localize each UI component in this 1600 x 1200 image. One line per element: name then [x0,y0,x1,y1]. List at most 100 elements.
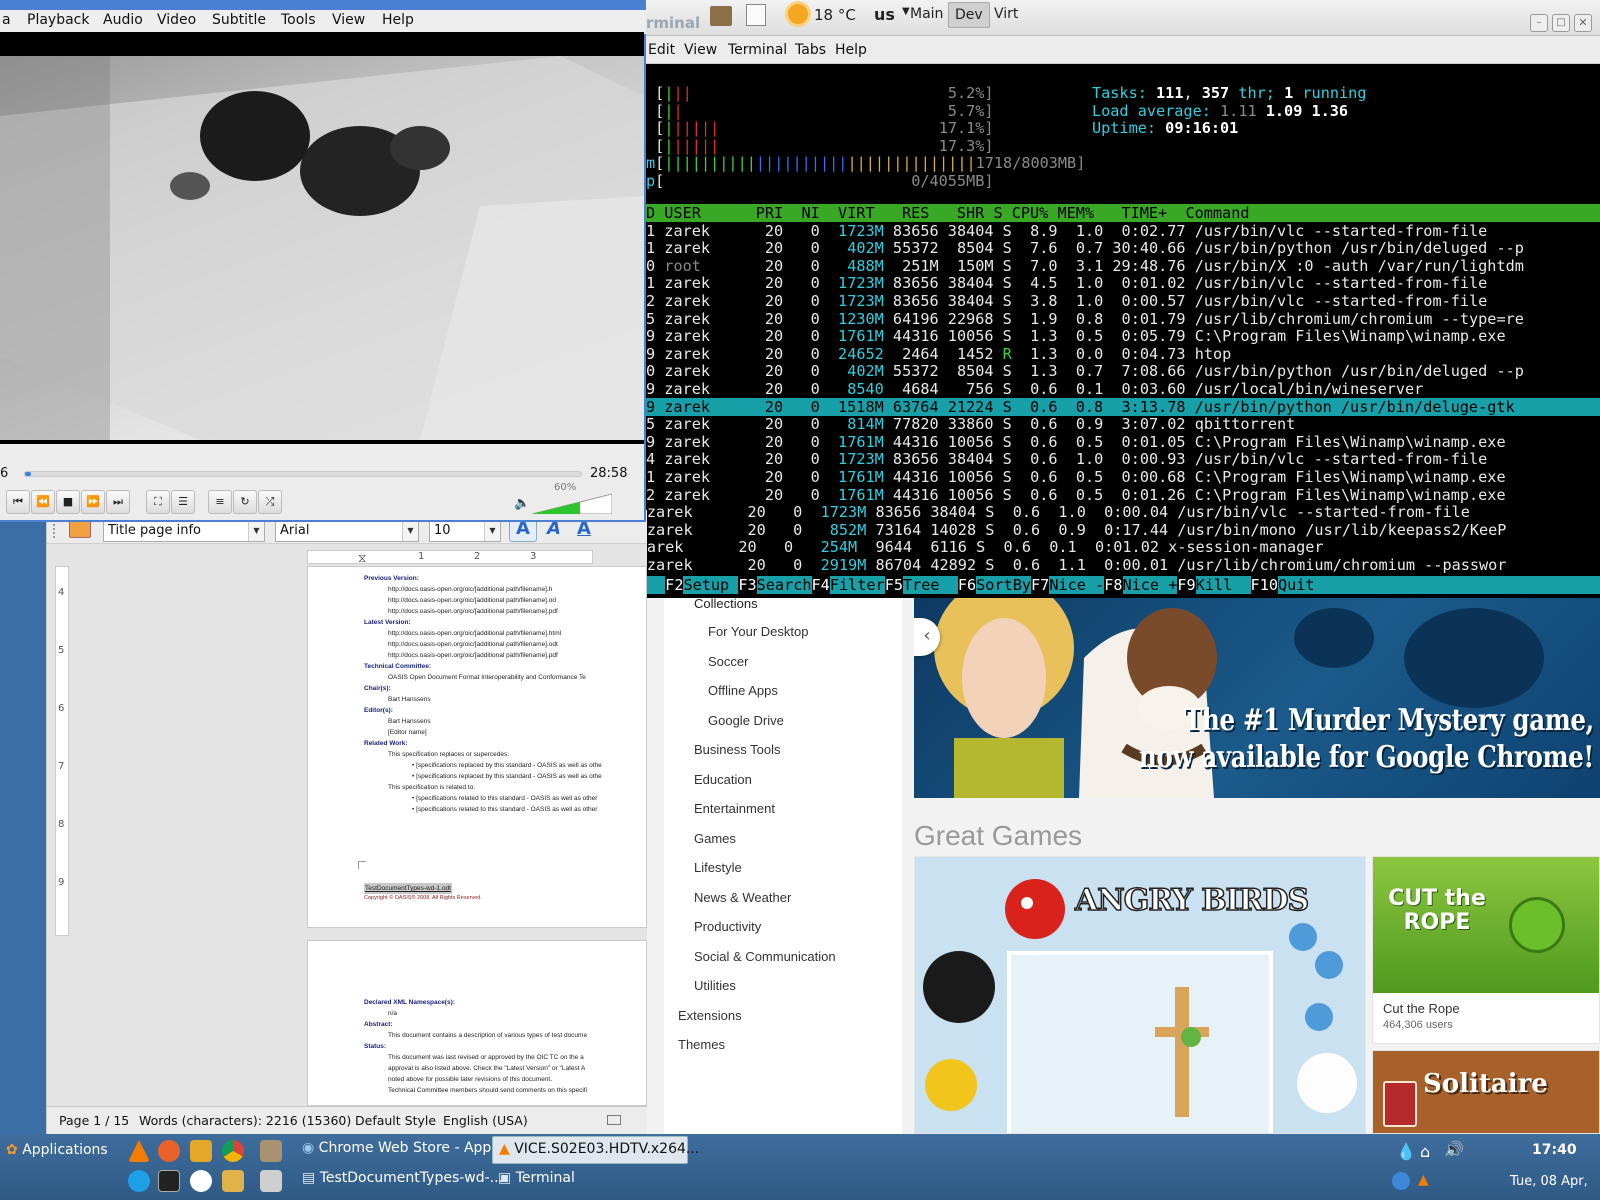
terminal-window[interactable]: rminal 18 °C us ▼ Main Dev Virt – □ ✕ Ed… [646,0,1600,610]
task-terminal[interactable]: ▣ Terminal [492,1166,688,1194]
font-name-select[interactable]: Arial ▼ [275,520,419,542]
doc-line[interactable]: This document was last revised or approv… [364,1052,646,1063]
doc-line[interactable]: • [specifications related to this standa… [364,793,646,804]
fkey-label[interactable]: Setup [683,576,738,594]
fkey-f9[interactable]: F9 [1177,575,1196,594]
doc-line[interactable]: • [specifications replaced by this stand… [364,771,646,782]
equalizer-icon[interactable]: ☰ [171,490,195,514]
category-news-weather[interactable]: News & Weather [694,890,791,905]
doc-heading[interactable]: Chair(s): [364,683,646,694]
category-games[interactable]: Games [694,831,736,846]
doc-line[interactable]: • [specifications replaced by this stand… [364,760,646,771]
fkey-label[interactable]: Kill [1196,576,1251,594]
task-vlc[interactable]: ▲ VICE.S02E03.HDTV.x264... [492,1136,699,1164]
network-icon[interactable]: 💧 [1396,1142,1416,1161]
fkey-f8[interactable]: F8 [1104,575,1123,594]
fullscreen-icon[interactable]: ⛶ [146,490,170,514]
menu-view[interactable]: View [332,12,365,28]
file-manager-launcher-icon[interactable] [260,1140,282,1162]
page-indicator[interactable]: Page 1 / 15 [59,1113,129,1128]
loop-icon[interactable]: ↻ [233,490,257,514]
doc-line[interactable]: http://docs.oasis-open.org/oic/[addition… [364,639,646,650]
view-layout-icon[interactable] [607,1115,621,1125]
doc-line[interactable]: http://docs.oasis-open.org/oic/[addition… [364,584,646,595]
process-row[interactable]: 0 zarek 20 0 402M 55372 8504 S 1.3 0.7 7… [646,362,1600,380]
doc-line[interactable]: noted above for possible later revisions… [364,1074,646,1085]
paragraph-style-select[interactable]: Title page info ▼ [103,520,265,542]
playlist-icon[interactable]: ≡ [208,490,232,514]
process-row[interactable]: 1 zarek 20 0 1723M 83656 38404 S 8.9 1.0… [646,222,1600,240]
fkey-label[interactable]: Filter [830,576,885,594]
volume-slider[interactable] [532,494,612,514]
chrome-launcher-icon[interactable] [222,1140,244,1162]
process-row[interactable]: 5 zarek 20 0 1230M 64196 22968 S 1.9 0.8… [646,310,1600,328]
vlc-launcher-icon[interactable] [128,1140,150,1162]
process-row[interactable]: 4 zarek 20 0 1723M 83656 38404 S 0.6 1.0… [646,450,1600,468]
vertical-ruler[interactable]: 4 5 6 7 8 9 [55,566,69,936]
doc-heading[interactable]: Abstract: [364,1019,646,1030]
process-row[interactable]: 5 zarek 20 0 814M 77820 33860 S 0.6 0.9 … [646,415,1600,433]
menu-media[interactable]: a [2,12,11,28]
fkey-f7[interactable]: F7 [1031,575,1050,594]
chevron-down-icon[interactable]: ▼ [902,6,910,17]
process-row[interactable]: 2 zarek 20 0 1723M 83656 38404 S 3.8 1.0… [646,292,1600,310]
vlc-titlebar[interactable] [0,0,646,10]
fkey-label[interactable]: Tree [903,576,958,594]
document-page-1[interactable]: Previous Version: http://docs.oasis-open.… [307,566,647,928]
doc-heading[interactable]: Technical Committee: [364,661,646,672]
doc-line[interactable]: http://docs.oasis-open.org/oic/[addition… [364,595,646,606]
next-icon[interactable]: ⏭ [106,490,130,514]
doc-heading[interactable]: Previous Version: [364,573,646,584]
menu-help[interactable]: Help [382,12,414,28]
category-collections[interactable]: Collections [694,598,758,611]
vlc-window[interactable]: a Playback Audio Video Subtitle Tools Vi… [0,0,646,522]
category-google-drive[interactable]: Google Drive [708,713,784,728]
doc-line[interactable]: [Editor name] [364,727,646,738]
doc-line[interactable]: Technical Committee members should send … [364,1085,646,1096]
category-entertainment[interactable]: Entertainment [694,801,775,816]
fkey-label[interactable]: Nice + [1123,576,1178,594]
seek-bar[interactable] [24,471,582,477]
vlc-tray-icon[interactable]: ▲ [1418,1172,1429,1188]
app-tile-cut-the-rope[interactable]: CUT the ROPE Cut the Rope 464,306 users [1372,856,1600,1044]
calculator-launcher-icon[interactable] [260,1170,282,1192]
clock-date[interactable]: Tue, 08 Apr, [1510,1174,1588,1189]
menu-tools[interactable]: Tools [281,12,316,28]
category-extensions[interactable]: Extensions [678,1008,742,1023]
doc-line[interactable]: http://docs.oasis-open.org/oic/[addition… [364,650,646,661]
page-style[interactable]: Default Style [355,1113,436,1128]
doc-line[interactable]: • [specifications related to this standa… [364,804,646,815]
process-row[interactable]: 29165 zarek 20 0 1723M 83656 38404 S 0.6… [646,503,1546,521]
fkey-label[interactable]: SortBy [976,576,1031,594]
featured-game-tile[interactable]: ANGRY BIRDS [914,856,1366,1134]
speaker-icon[interactable]: 🔈 [514,496,530,511]
terminal-launcher-icon[interactable] [158,1170,180,1192]
document-page-2[interactable]: Declared XML Namespace(s): n/a Abstract: Th… [307,940,647,1106]
doc-heading[interactable]: Declared XML Namespace(s): [364,997,646,1008]
fast-forward-icon[interactable]: ⏩ [81,490,105,514]
doc-line[interactable]: OASIS Open Document Format Interoperabil… [364,672,646,683]
writer-window[interactable]: Title page info ▼ Arial ▼ 10 ▼ A A A 1 2 3 … [46,510,647,1134]
text-editor-icon[interactable] [746,4,766,26]
htop-function-keys[interactable]: F1Help F2Setup F3SearchF4FilterF5Tree F6… [646,575,1600,594]
process-row[interactable]: 1 zarek 20 0 1761M 44316 10056 S 0.6 0.5… [646,468,1600,486]
applications-menu[interactable]: ✿ Applications [6,1142,108,1158]
page-1-text[interactable]: Previous Version: http://docs.oasis-open.… [364,573,646,815]
process-row[interactable]: 2 zarek 20 0 1761M 44316 10056 S 0.6 0.5… [646,486,1600,504]
stop-icon[interactable]: ■ [56,490,80,514]
process-row[interactable]: 9 zarek 20 0 1761M 44316 10056 S 1.3 0.5… [646,327,1600,345]
doc-heading[interactable]: Related Work: [364,738,646,749]
featured-banner[interactable]: The #1 Murder Mystery game, now availabl… [914,598,1600,798]
category-themes[interactable]: Themes [678,1037,725,1052]
minimize-button[interactable]: – [1530,14,1548,32]
firefox-launcher-icon[interactable] [158,1140,180,1162]
chevron-down-icon[interactable]: ▼ [248,521,264,541]
indent-marker[interactable]: ⧖ [358,551,366,566]
task-chrome-web-store[interactable]: ◉ Chrome Web Store - App... [296,1136,505,1164]
menu-view[interactable]: View [684,42,717,58]
keyboard-layout[interactable]: us [874,5,895,24]
fkey-f4[interactable]: F4 [811,575,830,594]
doc-line[interactable]: This specification replaces or supercede… [364,749,646,760]
process-row[interactable]: 1 zarek 20 0 1723M 83656 38404 S 4.5 1.0… [646,274,1600,292]
category-education[interactable]: Education [694,772,752,787]
